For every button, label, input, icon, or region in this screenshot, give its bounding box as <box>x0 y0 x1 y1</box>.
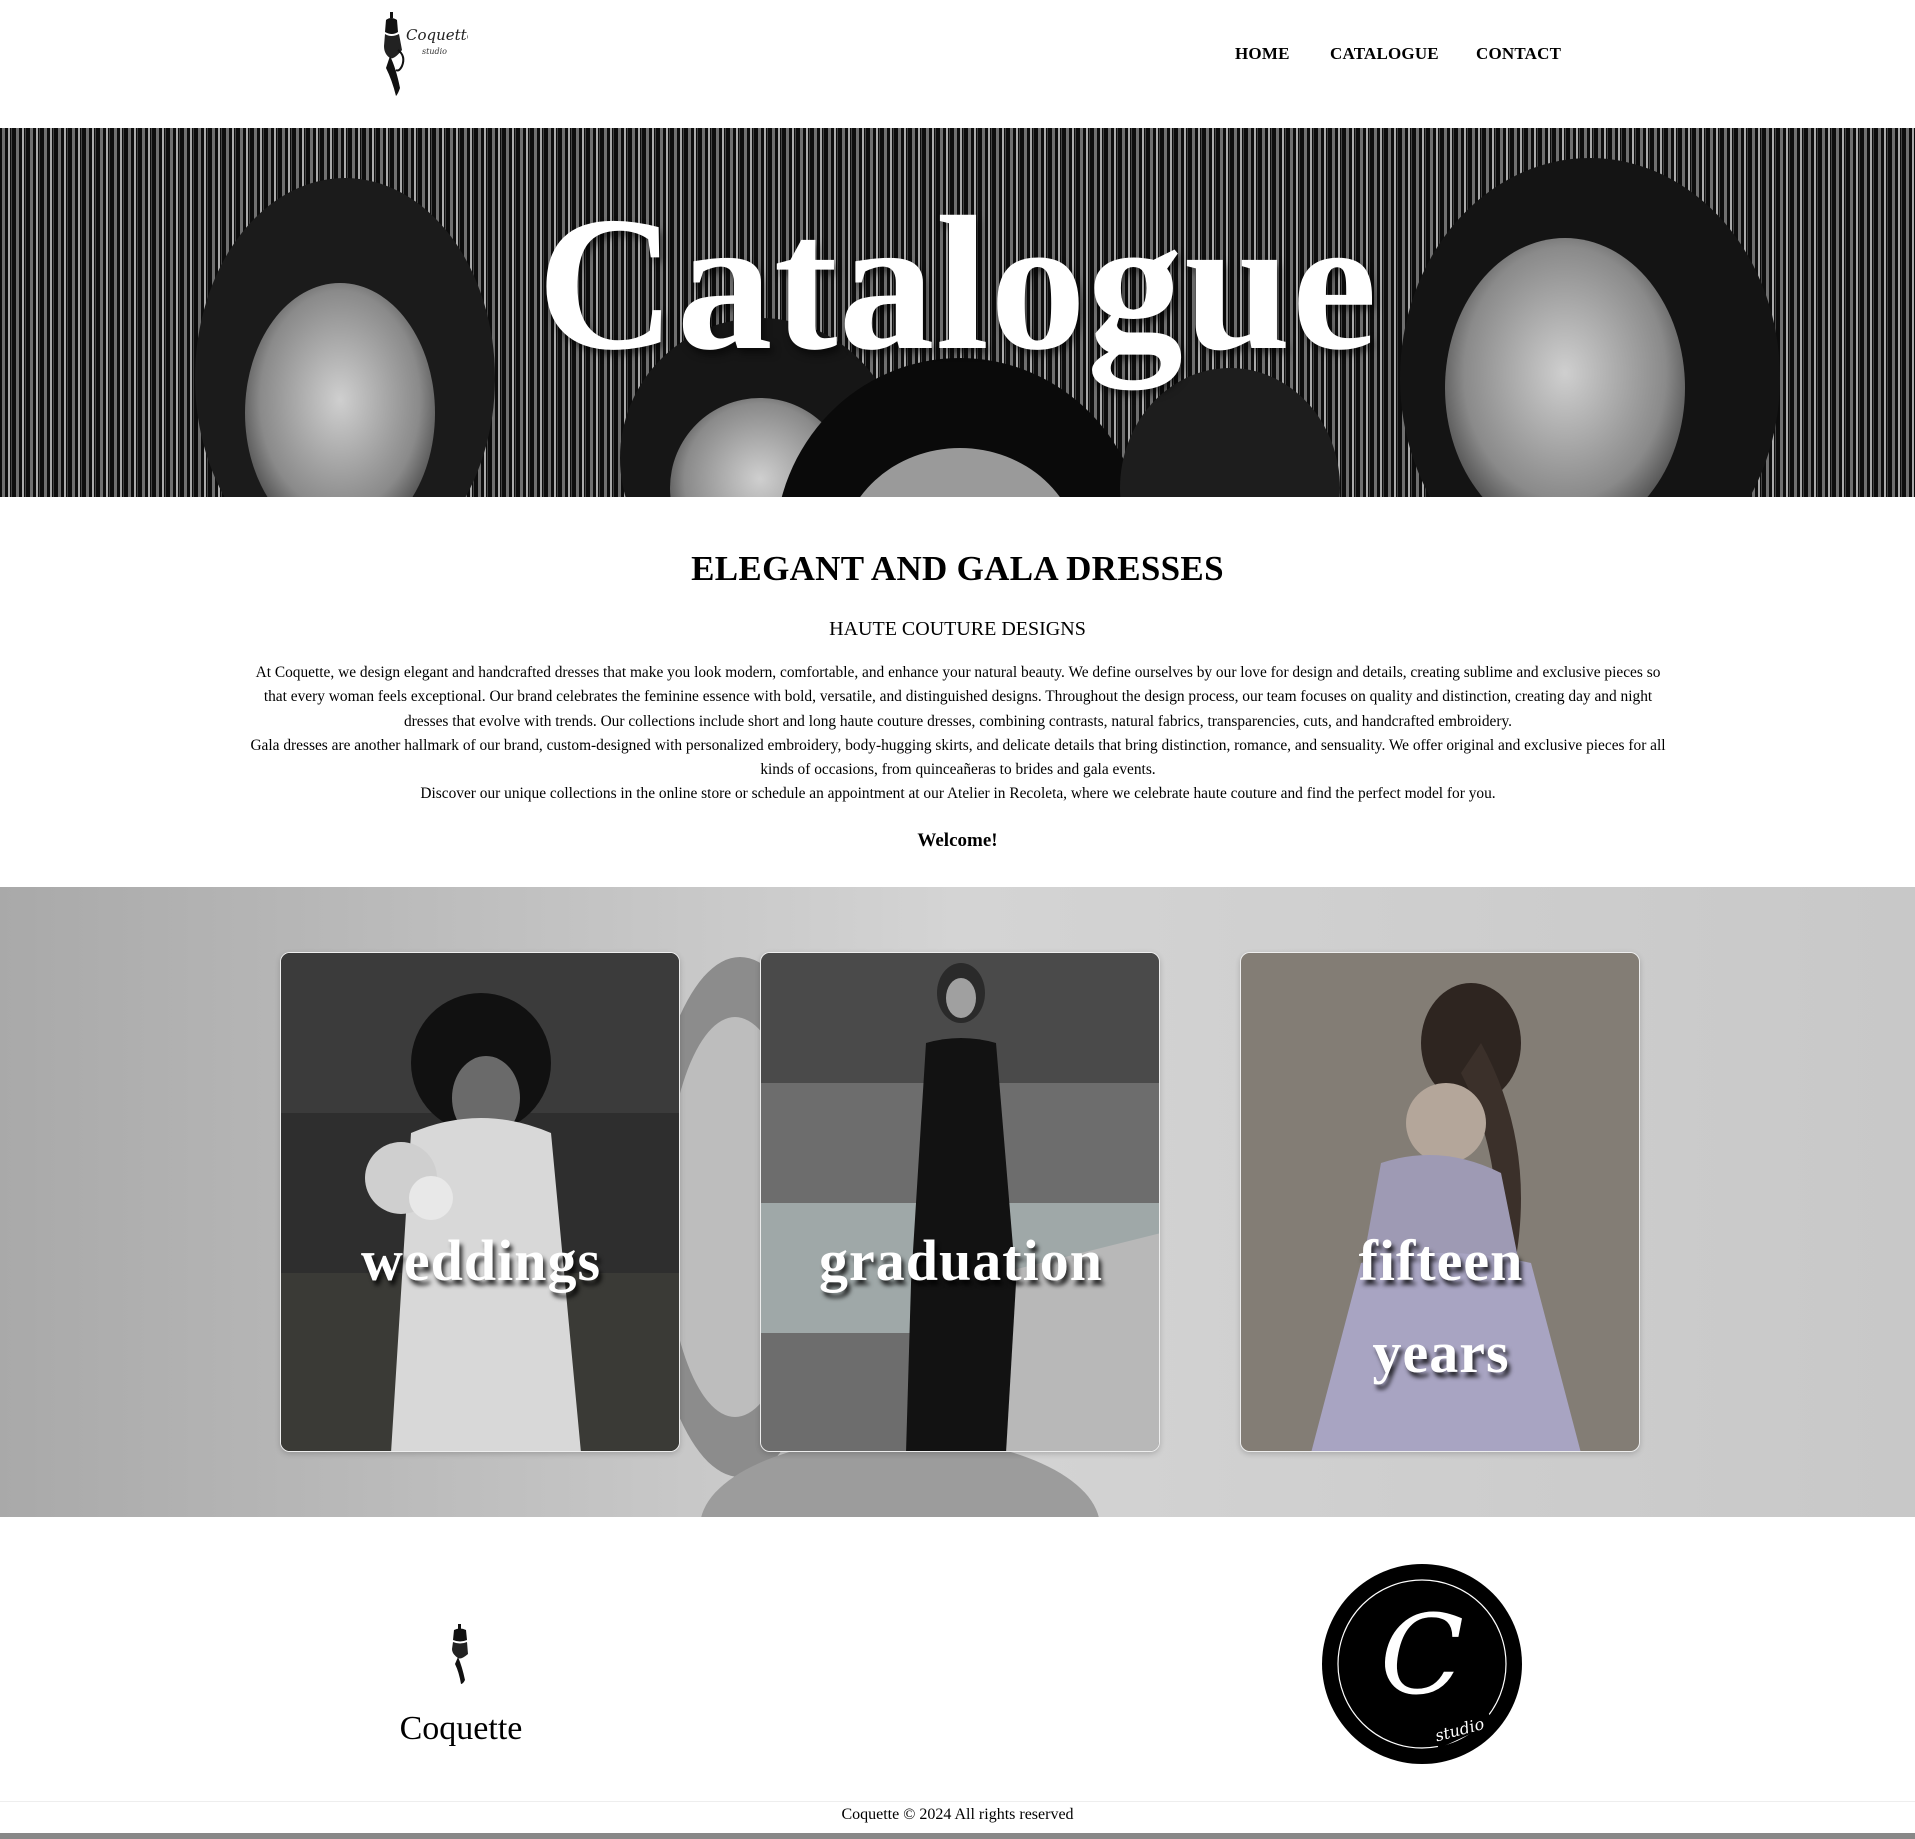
copyright-text: Coquette © 2024 All rights reserved <box>0 1801 1915 1827</box>
intro-subheading: HAUTE COUTURE DESIGNS <box>829 618 1086 640</box>
studio-badge-logo: C studio <box>1321 1563 1523 1765</box>
category-card-graduation[interactable]: graduation <box>760 952 1160 1452</box>
hero-title: Catalogue <box>537 177 1378 390</box>
footer-mannequin-icon <box>452 1624 468 1684</box>
welcome-text: Welcome! <box>917 830 998 851</box>
category-label-graduation: graduation <box>819 1228 1103 1293</box>
studio-circle-logo: C studio <box>1322 1564 1522 1764</box>
category-label-fifteen-line2: years <box>1372 1320 1510 1385</box>
intro-body: At Coquette, we design elegant and handc… <box>248 661 1668 807</box>
intro-paragraph: Discover our unique collections in the o… <box>420 785 1496 803</box>
nav-catalogue-link[interactable]: CATALOGUE <box>1330 44 1439 64</box>
site-header: Coquette studio HOME CATALOGUE CONTACT <box>0 0 1915 128</box>
intro-paragraph: Gala dresses are another hallmark of our… <box>250 736 1666 779</box>
logo-script-text: Coquette <box>406 26 468 44</box>
intro-heading: ELEGANT AND GALA DRESSES <box>691 549 1224 588</box>
categories-section: weddings graduation fifteen years <box>0 887 1915 1517</box>
badge-letter: C <box>1380 1591 1464 1719</box>
intro-section: ELEGANT AND GALA DRESSES HAUTE COUTURE D… <box>0 497 1915 887</box>
bottom-strip <box>0 1833 1915 1839</box>
intro-paragraph: At Coquette, we design elegant and handc… <box>255 664 1661 730</box>
brand-logo-link[interactable]: Coquette studio <box>372 10 468 100</box>
footer-brand-name: Coquette <box>399 1710 523 1747</box>
category-label-weddings: weddings <box>360 1228 602 1293</box>
weddings-photo <box>281 953 679 1451</box>
category-label-fifteen-years: fifteen years <box>1241 1215 1639 1399</box>
logo-sub-text: studio <box>422 47 447 56</box>
nav-contact-link[interactable]: CONTACT <box>1476 44 1561 64</box>
nav-home-link[interactable]: HOME <box>1235 44 1290 64</box>
dress-mannequin-icon: Coquette studio <box>384 12 468 96</box>
category-label-fifteen-line1: fifteen <box>1358 1228 1524 1293</box>
hero-banner: Catalogue <box>0 128 1915 497</box>
graduation-photo <box>761 953 1159 1451</box>
site-footer: Coquette C studio Coquette © 2024 All ri… <box>0 1517 1915 1839</box>
category-card-fifteen-years[interactable]: fifteen years <box>1240 952 1640 1452</box>
category-card-weddings[interactable]: weddings <box>280 952 680 1452</box>
